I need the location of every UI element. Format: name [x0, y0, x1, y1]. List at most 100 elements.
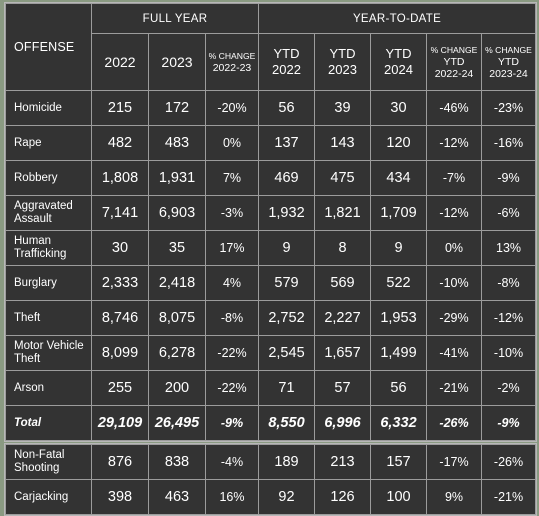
- cell-ytd-2023: 1,821: [314, 195, 371, 231]
- cell-change-ytd-2023-24: -12%: [480, 300, 537, 336]
- cell-full-2023: 463: [148, 479, 206, 515]
- table-row: Homicide 215 172 -20% 56 39 30 -46% -23%: [5, 90, 537, 126]
- table-row: Carjacking 398 463 16% 92 126 100 9% -21%: [5, 479, 536, 515]
- offense-label: Rape: [5, 125, 92, 161]
- cell-full-2022: 215: [91, 90, 149, 126]
- header-change-2022-23: % CHANGE 2022-23: [205, 33, 259, 91]
- cell-full-2023: 200: [148, 370, 206, 406]
- cell-change-ytd-2023-24: -10%: [480, 335, 537, 371]
- cell-ytd-2024: 1,709: [370, 195, 427, 231]
- main-offense-table-block: OFFENSE FULL YEAR YEAR-TO-DATE 2022 2023…: [4, 2, 537, 442]
- cell-full-2023: 838: [148, 444, 206, 480]
- cell-ytd-2022: 56: [258, 90, 315, 126]
- main-offense-table: OFFENSE FULL YEAR YEAR-TO-DATE 2022 2023…: [5, 3, 537, 441]
- cell-change-ytd-2023-24: -26%: [481, 444, 536, 480]
- cell-full-2022: 398: [91, 479, 149, 515]
- cell-ytd-2023: 569: [314, 265, 371, 301]
- table-row: Human Trafficking 30 35 17% 9 8 9 0% 13%: [5, 230, 537, 266]
- cell-ytd-2024: 522: [370, 265, 427, 301]
- header-change-ytd-2022-24-line2: YTD: [443, 56, 465, 68]
- cell-ytd-2024: 434: [370, 160, 427, 196]
- table-row: Theft 8,746 8,075 -8% 2,752 2,227 1,953 -29% -12…: [5, 300, 537, 336]
- header-ytd-2023-line2: 2023: [328, 62, 357, 77]
- table-header: OFFENSE FULL YEAR YEAR-TO-DATE 2022 2023…: [5, 3, 537, 91]
- supplemental-offense-table: Non-Fatal Shooting 876 838 -4% 189 213 157 -17%…: [5, 444, 536, 515]
- header-ytd-2022-line1: YTD: [273, 46, 300, 61]
- table-row: Rape 482 483 0% 137 143 120 -12% -16%: [5, 125, 537, 161]
- cell-change-2022-23: -4%: [205, 444, 259, 480]
- offense-label: Aggravated Assault: [5, 195, 92, 231]
- cell-full-2023: 172: [148, 90, 206, 126]
- header-change-ytd-2022-24: % CHANGE YTD 2022-24: [426, 33, 482, 91]
- cell-ytd-2022: 92: [258, 479, 315, 515]
- cell-full-2022: 876: [91, 444, 149, 480]
- group-header-row: OFFENSE FULL YEAR YEAR-TO-DATE: [5, 3, 537, 91]
- table-row-total: Total 29,109 26,495 -9% 8,550 6,996 6,332 -26% -…: [5, 405, 537, 441]
- header-full-2022: 2022: [91, 33, 149, 91]
- cell-change-ytd-2022-24: -10%: [426, 265, 482, 301]
- offense-label: Non-Fatal Shooting: [5, 444, 92, 480]
- offense-label: Burglary: [5, 265, 92, 301]
- cell-ytd-2023: 475: [314, 160, 371, 196]
- crime-statistics-table: OFFENSE FULL YEAR YEAR-TO-DATE 2022 2023…: [0, 0, 539, 516]
- header-change-ytd-2023-24-line1: % CHANGE: [485, 45, 532, 55]
- cell-change-ytd-2022-24: -12%: [426, 195, 482, 231]
- cell-ytd-2024: 100: [370, 479, 427, 515]
- cell-change-2022-23: -22%: [205, 335, 259, 371]
- cell-ytd-2022: 71: [258, 370, 315, 406]
- offense-label: Robbery: [5, 160, 92, 196]
- cell-change-ytd-2023-24: -2%: [480, 370, 537, 406]
- cell-change-ytd-2022-24: -7%: [426, 160, 482, 196]
- cell-change-ytd-2022-24: -41%: [426, 335, 482, 371]
- cell-full-2023: 1,931: [148, 160, 206, 196]
- cell-ytd-2023: 213: [314, 444, 371, 480]
- offense-label: Arson: [5, 370, 92, 406]
- header-group-year-to-date: YEAR-TO-DATE: [257, 3, 537, 34]
- cell-ytd-2022: 1,932: [258, 195, 315, 231]
- cell-ytd-2022: 2,752: [258, 300, 315, 336]
- cell-ytd-2023: 1,657: [314, 335, 371, 371]
- header-change-2022-23-line1: % CHANGE: [208, 51, 256, 61]
- cell-ytd-2022: 469: [258, 160, 315, 196]
- cell-full-2023: 2,418: [148, 265, 206, 301]
- offense-label: Carjacking: [5, 479, 92, 515]
- cell-change-2022-23: -3%: [205, 195, 259, 231]
- cell-change-ytd-2023-24: -8%: [480, 265, 537, 301]
- cell-ytd-2022: 579: [258, 265, 315, 301]
- cell-full-2023: 35: [148, 230, 206, 266]
- header-ytd-2023: YTD 2023: [314, 33, 371, 91]
- cell-change-ytd-2023-24: -9%: [480, 405, 537, 441]
- offense-label: Motor Vehicle Theft: [5, 335, 92, 371]
- cell-change-ytd-2023-24: -16%: [480, 125, 537, 161]
- cell-full-2023: 6,903: [148, 195, 206, 231]
- cell-full-2022: 30: [91, 230, 149, 266]
- header-ytd-2022-line2: 2022: [272, 62, 301, 77]
- header-group-full-year: FULL YEAR: [91, 3, 259, 34]
- cell-full-2022: 255: [91, 370, 149, 406]
- cell-change-2022-23: 17%: [205, 230, 259, 266]
- offense-label: Human Trafficking: [5, 230, 92, 266]
- cell-ytd-2022: 8,550: [258, 405, 315, 441]
- table-body: Homicide 215 172 -20% 56 39 30 -46% -23% Rape 482 4…: [5, 90, 537, 441]
- header-change-ytd-2023-24: % CHANGE YTD 2023-24: [480, 33, 537, 91]
- cell-change-2022-23: -20%: [205, 90, 259, 126]
- cell-ytd-2024: 30: [370, 90, 427, 126]
- cell-change-ytd-2022-24: -29%: [426, 300, 482, 336]
- cell-ytd-2024: 9: [370, 230, 427, 266]
- cell-change-ytd-2023-24: -23%: [480, 90, 537, 126]
- supplemental-table-body: Non-Fatal Shooting 876 838 -4% 189 213 157 -17%…: [5, 444, 536, 515]
- cell-change-2022-23: 0%: [205, 125, 259, 161]
- header-ytd-2024-line1: YTD: [385, 46, 412, 61]
- supplemental-offense-table-block: Non-Fatal Shooting 876 838 -4% 189 213 157 -17%…: [4, 443, 537, 516]
- cell-full-2022: 29,109: [91, 405, 149, 441]
- cell-ytd-2022: 2,545: [258, 335, 315, 371]
- cell-ytd-2024: 1,953: [370, 300, 427, 336]
- header-ytd-2024-line2: 2024: [384, 62, 413, 77]
- cell-full-2023: 483: [148, 125, 206, 161]
- cell-ytd-2023: 2,227: [314, 300, 371, 336]
- cell-full-2022: 482: [91, 125, 149, 161]
- header-ytd-2022: YTD 2022: [258, 33, 315, 91]
- cell-ytd-2024: 157: [370, 444, 427, 480]
- table-row: Burglary 2,333 2,418 4% 579 569 522 -10% -8%: [5, 265, 537, 301]
- cell-full-2022: 8,746: [91, 300, 149, 336]
